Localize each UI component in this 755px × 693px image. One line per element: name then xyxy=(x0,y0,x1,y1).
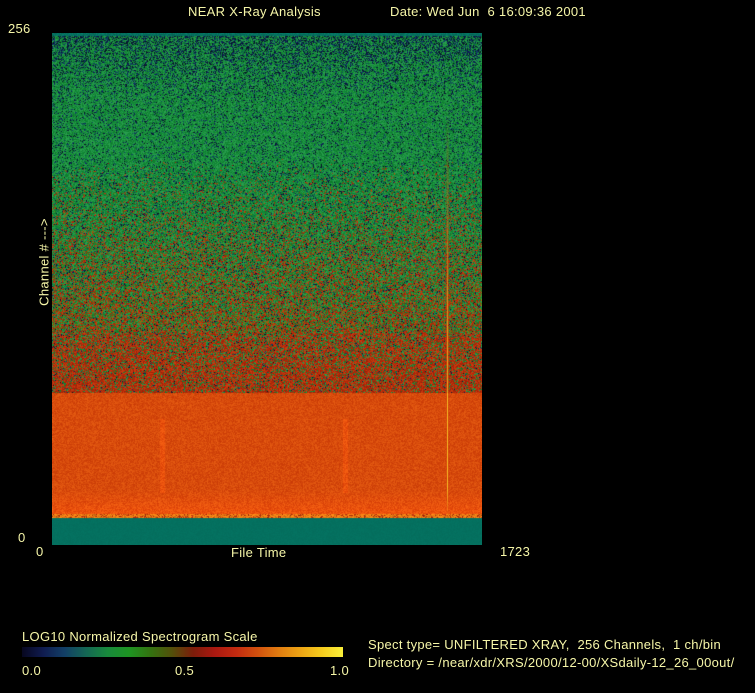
colorbar-title: LOG10 Normalized Spectrogram Scale xyxy=(22,629,258,644)
colorbar-tick-2: 1.0 xyxy=(330,663,349,678)
x-axis-min-label: 0 xyxy=(36,544,44,559)
x-axis-max-label: 1723 xyxy=(500,544,531,559)
colorbar-gradient xyxy=(22,647,343,657)
spect-type-label: Spect type= UNFILTERED XRAY, 256 Channel… xyxy=(368,637,721,652)
colorbar-tick-0: 0.0 xyxy=(22,663,41,678)
x-axis-title: File Time xyxy=(231,545,287,560)
y-axis-max-label: 256 xyxy=(8,21,31,36)
y-axis-min-label: 0 xyxy=(18,530,26,545)
directory-label: Directory = /near/xdr/XRS/2000/12-00/XSd… xyxy=(368,655,735,670)
y-axis-title: Channel # ---> xyxy=(36,218,52,306)
page-title: NEAR X-Ray Analysis xyxy=(188,4,321,19)
app-window: NEAR X-Ray Analysis Date: Wed Jun 6 16:0… xyxy=(0,0,755,693)
colorbar-tick-1: 0.5 xyxy=(175,663,194,678)
spectrogram-plot xyxy=(52,33,482,545)
date-label: Date: Wed Jun 6 16:09:36 2001 xyxy=(390,4,586,19)
